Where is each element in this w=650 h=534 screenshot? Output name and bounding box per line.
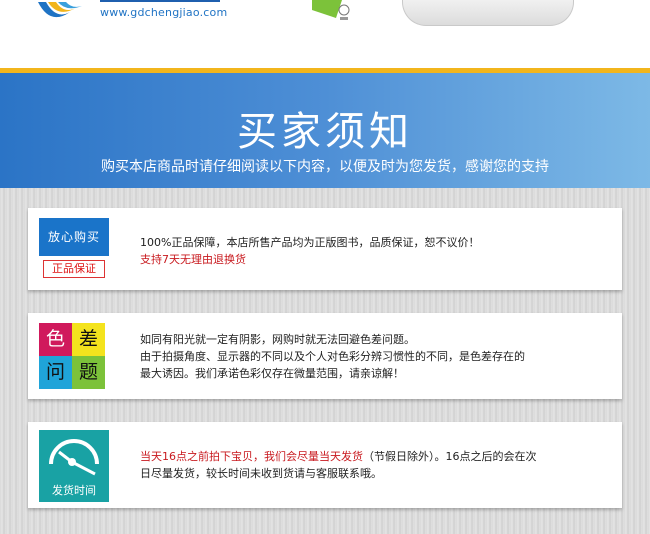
card-text: 100%正品保障，本店所售产品均为正版图书，品质保证，恕不议价！ 支持7天无理由…: [140, 234, 479, 268]
clock-icon: [49, 439, 99, 476]
certification-badge-icon: [312, 0, 350, 20]
icon-char: 问: [39, 356, 72, 389]
color-difference-icon: 色 差 问 题: [39, 323, 105, 389]
top-bar: www.gdchengjiao.com: [0, 0, 650, 66]
card-line: 由于拍摄角度、显示器的不同以及个人对色彩分辨习惯性的不同，是色差存在的: [140, 350, 525, 363]
card-line: 日尽量发货，较长时间未收到货请与客服联系哦。: [140, 467, 382, 480]
card-line-highlight: 支持7天无理由退换货: [140, 253, 246, 266]
notice-banner: 买家须知 购买本店商品时请仔细阅读以下内容，以便及时为您发货，感谢您的支持: [0, 73, 650, 188]
notice-card-genuine: 放心购买 正品保证 100%正品保障，本店所售产品均为正版图书，品质保证，恕不议…: [28, 208, 622, 290]
shipping-time-icon: 发货时间: [39, 430, 109, 502]
card-line: 100%正品保障，本店所售产品均为正版图书，品质保证，恕不议价！: [140, 236, 480, 249]
phone-image: [402, 0, 574, 26]
genuine-guarantee-icon: 放心购买 正品保证: [39, 218, 109, 278]
card-line: 当天16点之前拍下宝贝，我们会尽量当天发货（节假日除外）。16点之后的会在次: [140, 448, 537, 465]
banner-subtitle: 购买本店商品时请仔细阅读以下内容，以便及时为您发货，感谢您的支持: [101, 159, 549, 175]
logo-icon: [38, 2, 82, 18]
notice-card-color: 色 差 问 题 如同有阳光就一定有阴影，网购时就无法回避色差问题。 由于拍摄角度…: [28, 313, 622, 399]
logo-wordmark: [100, 0, 220, 2]
icon-char: 色: [39, 323, 72, 356]
icon-char: 差: [72, 323, 105, 356]
card-text: 如同有阳光就一定有阴影，网购时就无法回避色差问题。 由于拍摄角度、显示器的不同以…: [140, 331, 525, 382]
card-line: 如同有阳光就一定有阴影，网购时就无法回避色差问题。: [140, 333, 415, 346]
card-line-highlight: 当天16点之前拍下宝贝，我们会尽量当天发货: [140, 450, 363, 463]
icon-label: 发货时间: [52, 484, 96, 497]
icon-char: 题: [72, 356, 105, 389]
page-title: 买家须知: [237, 109, 413, 155]
icon-label-bottom: 正品保证: [43, 260, 105, 278]
card-line: 最大诱因。我们承诺色彩仅存在微量范围，请亲谅解！: [140, 367, 404, 380]
icon-label-top: 放心购买: [39, 218, 109, 256]
site-url[interactable]: www.gdchengjiao.com: [100, 6, 227, 19]
card-text: 当天16点之前拍下宝贝，我们会尽量当天发货（节假日除外）。16点之后的会在次 日…: [140, 448, 537, 482]
notice-card-shipping: 发货时间 当天16点之前拍下宝贝，我们会尽量当天发货（节假日除外）。16点之后的…: [28, 422, 622, 508]
card-line-rest: （节假日除外）。16点之后的会在次: [363, 450, 537, 463]
